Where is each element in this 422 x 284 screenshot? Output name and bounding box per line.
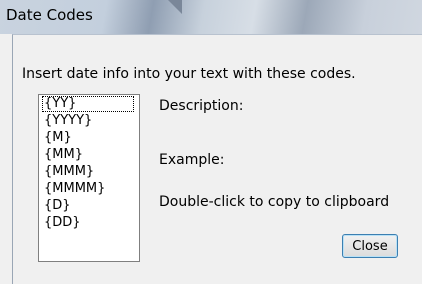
example-label: Example: — [159, 152, 225, 168]
description-label: Description: — [159, 98, 244, 114]
close-button[interactable]: Close — [342, 234, 398, 258]
list-item-yyyy[interactable]: {YYYY} — [42, 113, 94, 129]
list-item-d[interactable]: {D} — [42, 198, 73, 214]
date-codes-list[interactable]: {YY} {YYYY} {M} {MM} {MMM} {MMMM} {D} {D… — [38, 94, 140, 262]
list-item-m[interactable]: {M} — [42, 130, 74, 146]
copy-hint: Double-click to copy to clipboard — [159, 194, 390, 210]
list-item-mm[interactable]: {MM} — [42, 147, 85, 163]
list-item-mmm[interactable]: {MMM} — [42, 164, 96, 180]
list-item-mmmm[interactable]: {MMMM} — [42, 181, 107, 197]
window-title: Date Codes — [6, 6, 93, 24]
title-bar[interactable]: Date Codes — [0, 0, 422, 34]
list-item-yy[interactable]: {YY} — [42, 96, 134, 112]
list-item-dd[interactable]: {DD} — [42, 215, 83, 231]
cursor-arrow-icon — [168, 0, 182, 14]
instruction-text: Insert date info into your text with the… — [22, 66, 356, 82]
